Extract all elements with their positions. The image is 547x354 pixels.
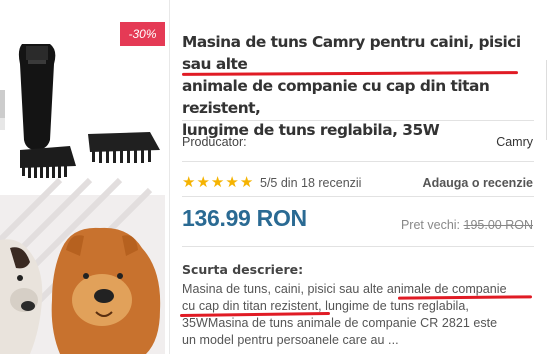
product-title: Masina de tuns Camry pentru caini, pisic… [182,31,536,141]
panel-divider [169,0,170,354]
star-icon: ★ [239,174,254,191]
old-price: Pret vechi: 195.00 RON [401,218,533,232]
star-icon: ★ [182,174,196,191]
discount-badge: -30% [120,22,165,46]
product-photo-svg [0,0,165,354]
short-description-title: Scurta descriere: [182,262,304,277]
producer-link[interactable]: Camry [496,135,533,149]
star-icon: ★ [196,174,210,191]
price: 136.99 RON [182,205,307,231]
product-image[interactable]: -30% [0,0,165,354]
divider [182,120,534,121]
desc-text: 35WMasina de tuns animale de companie CR… [182,316,498,330]
title-line-2: animale de companie cu cap din titan rez… [182,77,490,117]
rating-text[interactable]: 5/5 din 18 recenzii [260,176,361,190]
divider [182,161,534,162]
divider [182,196,534,197]
desc-text: un model pentru persoanele care au ... [182,333,399,347]
desc-text: , lungime de tuns reglabila, [318,299,469,313]
add-review-link[interactable]: Adauga o recenzie [423,176,533,190]
star-icon: ★ [210,174,225,191]
divider [182,246,534,247]
desc-highlight: animale de companie [386,282,507,296]
rating-stars: ★ ★ ★ ★ ★ [182,175,254,191]
old-price-label: Pret vechi: [400,218,461,232]
old-price-value: 195.00 RON [463,218,533,232]
title-line-1: Masina de tuns Camry pentru caini, pisic… [182,33,521,73]
desc-text: Masina de tuns, caini, pisici sau alte [182,282,387,296]
desc-highlight: cu cap din titan rezistent [182,299,319,313]
star-icon: ★ [225,174,239,191]
producer-label: Producator: [182,135,247,149]
